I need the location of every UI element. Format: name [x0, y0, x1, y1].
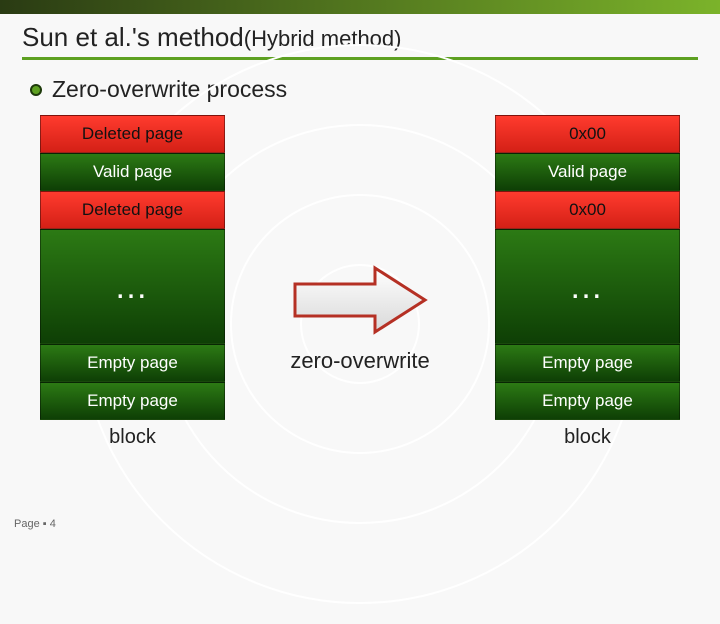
block-caption: block: [564, 426, 611, 449]
arrow-label: zero-overwrite: [290, 348, 429, 374]
page-zeroed: 0x00: [495, 115, 680, 153]
bullet-icon: [30, 84, 42, 96]
page-deleted: Deleted page: [40, 191, 225, 229]
page-empty: Empty page: [40, 344, 225, 382]
diagram: Deleted page Valid page Deleted page … E…: [0, 103, 720, 449]
page-deleted: Deleted page: [40, 115, 225, 153]
left-block: Deleted page Valid page Deleted page … E…: [40, 115, 225, 449]
page-title: Sun et al.'s method(Hybrid method): [22, 22, 698, 60]
page-empty: Empty page: [40, 382, 225, 420]
block-caption: block: [109, 426, 156, 449]
section-heading-row: Zero-overwrite process: [0, 64, 720, 103]
title-main: Sun et al.'s method: [22, 22, 244, 52]
arrow-column: zero-overwrite: [265, 185, 455, 449]
page-zeroed: 0x00: [495, 191, 680, 229]
page-empty: Empty page: [495, 382, 680, 420]
page-ellipsis: …: [495, 229, 680, 344]
accent-header-bar: [0, 0, 720, 14]
title-sub: (Hybrid method): [244, 26, 402, 51]
page-valid: Valid page: [40, 153, 225, 191]
section-heading: Zero-overwrite process: [52, 76, 287, 103]
page-empty: Empty page: [495, 344, 680, 382]
page-ellipsis: …: [40, 229, 225, 344]
right-block: 0x00 Valid page 0x00 … Empty page Empty …: [495, 115, 680, 449]
page-number: Page ▪ 4: [14, 518, 56, 530]
page-valid: Valid page: [495, 153, 680, 191]
arrow-icon: [285, 260, 435, 340]
